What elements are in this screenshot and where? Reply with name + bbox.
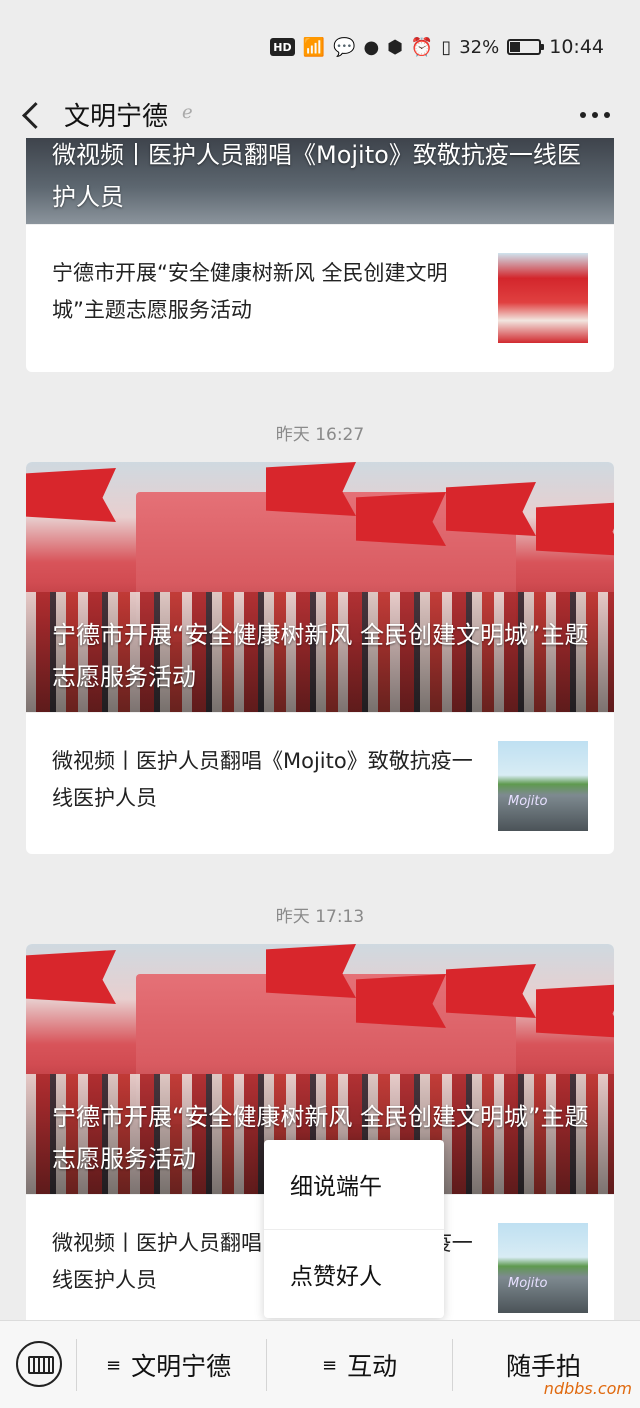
article-row[interactable]: 微视频丨医护人员翻唱《Mojito》致敬抗疫一线医护人员 Mojito (26, 712, 614, 852)
menu-divider (452, 1339, 453, 1391)
article-row-title: 微视频丨医护人员翻唱《Mojito》致敬抗疫一线医护人员 (52, 749, 473, 810)
submenu-popup: 细说端午 点赞好人 (264, 1140, 444, 1318)
more-icon[interactable] (580, 100, 610, 130)
back-icon[interactable] (20, 98, 46, 132)
thumbnail-caption: Mojito (508, 794, 548, 809)
menu-item-hudong[interactable]: ≡ 互动 (322, 1347, 397, 1383)
site-watermark: ndbbs.com (543, 1379, 632, 1398)
article-hero-title: 微视频丨医护人员翻唱《Mojito》致敬抗疫一线医护人员 (52, 141, 581, 211)
menu-item-label: 互动 (347, 1352, 398, 1381)
nav-bar: 文明宁德 ℯ (0, 92, 640, 138)
hd-badge: HD (270, 38, 295, 56)
article-hero-title: 宁德市开展“安全健康树新风 全民创建文明城”主题志愿服务活动 (52, 621, 589, 691)
article-thumbnail (498, 253, 588, 343)
timestamp: 昨天 16:27 (275, 425, 365, 445)
submenu-item-duanwu[interactable]: 细说端午 (264, 1140, 444, 1228)
status-icons: HD 📶 💬 ● ⬢ ⏰ ▯ 32% 10:44 (270, 32, 604, 62)
menu-divider (266, 1339, 267, 1391)
menu-item-label: 文明宁德 (131, 1352, 232, 1381)
alarm-icon: ⏰ (410, 36, 434, 58)
status-bar: HD 📶 💬 ● ⬢ ⏰ ▯ 32% 10:44 (0, 0, 640, 92)
page-title: 文明宁德 (64, 102, 169, 132)
menu-item-suishoupai[interactable]: 随手拍 (506, 1347, 581, 1383)
article-thumbnail: Mojito (498, 1223, 588, 1313)
menu-item-wenming-ningde[interactable]: ≡ 文明宁德 (106, 1347, 231, 1383)
clock: 10:44 (549, 36, 604, 58)
app-icon: ⬢ (387, 36, 403, 58)
vibrate-icon: ▯ (441, 36, 452, 58)
battery-icon (507, 39, 545, 55)
article-hero[interactable]: 微视频丨医护人员翻唱《Mojito》致敬抗疫一线医护人员 (26, 138, 614, 224)
bottom-menu: ≡ 文明宁德 ≡ 互动 随手拍 ndbbs.com (0, 1320, 640, 1408)
menu-list-icon: ≡ (322, 1354, 338, 1376)
article-thumbnail: Mojito (498, 741, 588, 831)
menu-item-label: 随手拍 (506, 1352, 582, 1381)
battery-percent: 32% (459, 36, 500, 58)
thumbnail-caption: Mojito (508, 1276, 548, 1291)
penguin-icon: ● (363, 36, 380, 58)
chat-icon: 💬 (333, 36, 356, 58)
battery-fill (510, 42, 520, 52)
ear-icon: ℯ (182, 102, 193, 123)
article-card: 微视频丨医护人员翻唱《Mojito》致敬抗疫一线医护人员 宁德市开展“安全健康树… (26, 138, 614, 372)
submenu-item-good-people[interactable]: 点赞好人 (264, 1229, 444, 1317)
article-hero[interactable]: 宁德市开展“安全健康树新风 全民创建文明城”主题志愿服务活动 (26, 462, 614, 712)
signal-icon: 📶 (302, 36, 326, 58)
timestamp: 昨天 17:13 (275, 907, 365, 927)
menu-divider (76, 1339, 77, 1391)
article-row-title: 宁德市开展“安全健康树新风 全民创建文明城”主题志愿服务活动 (52, 261, 448, 322)
menu-list-icon: ≡ (106, 1354, 122, 1376)
article-card: 宁德市开展“安全健康树新风 全民创建文明城”主题志愿服务活动 微视频丨医护人员翻… (26, 462, 614, 854)
keyboard-icon[interactable] (16, 1341, 62, 1387)
article-row[interactable]: 宁德市开展“安全健康树新风 全民创建文明城”主题志愿服务活动 (26, 224, 614, 364)
